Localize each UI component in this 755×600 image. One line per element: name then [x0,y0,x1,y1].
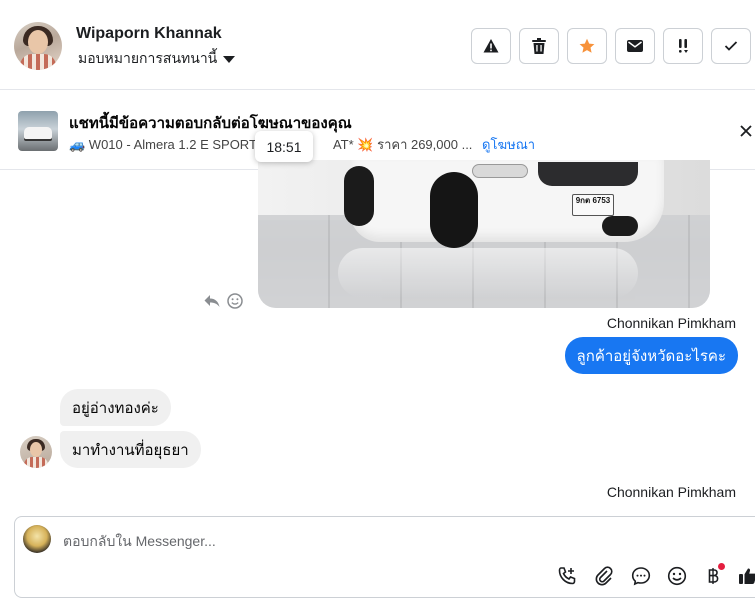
ad-subtitle-prefix: 🚙 W010 - Almera 1.2 E SPORTEC [69,137,275,152]
incoming-message[interactable]: อยู่อ่างทองค่ะ [60,389,171,426]
call-button[interactable] [556,565,578,587]
timestamp-tooltip: 18:51 [255,131,313,162]
sender-name: Chonnikan Pimkham [606,484,736,500]
check-icon [724,41,738,51]
page-avatar [23,525,51,553]
email-button[interactable] [615,28,655,64]
envelope-icon [627,40,643,52]
delete-button[interactable] [519,28,559,64]
reply-input[interactable] [63,531,663,551]
view-ad-link[interactable]: ดูโฆษณา [482,137,535,152]
caret-down-icon [223,55,236,63]
ad-reply-banner: แชทนี้มีข้อความตอบกลับต่อโฆษณาของคุณ 🚙 W… [0,91,755,170]
trash-icon [532,38,546,54]
follow-up-button[interactable] [663,28,703,64]
react-emoji-icon[interactable] [227,293,243,309]
thumbs-up-icon [739,568,755,584]
license-plate: 9กต 6753 [572,194,614,216]
phone-plus-icon [558,567,576,585]
ad-subtitle-middle: AT* 💥 ราคา 269,000 ... [332,137,473,152]
reply-icon[interactable] [204,294,220,308]
contact-avatar[interactable] [14,22,62,70]
message-composer [14,516,755,598]
emoji-button[interactable] [666,565,688,587]
contact-avatar-small[interactable] [20,436,52,468]
chat-bubble-icon [631,567,651,586]
car-photo-attachment[interactable]: 9กต 6753 [258,160,710,308]
star-icon [579,38,595,53]
notification-dot [718,563,725,570]
assign-conversation-dropdown[interactable]: มอบหมายการสนทนานี้ [78,48,236,70]
close-banner-button[interactable] [736,121,755,141]
warning-button[interactable] [471,28,511,64]
ad-thumbnail[interactable] [18,111,58,151]
close-icon [740,125,752,137]
warning-icon [483,39,499,53]
saved-reply-button[interactable] [630,565,652,587]
done-button[interactable] [711,28,751,64]
star-button[interactable] [567,28,607,64]
baht-icon [708,568,719,584]
contact-name[interactable]: Wipaporn Khannak [76,25,222,43]
incoming-message[interactable]: มาทำงานที่อยุธยา [60,431,201,468]
smiley-icon [667,566,687,586]
paperclip-icon [595,566,613,586]
like-button[interactable] [737,565,755,587]
assign-label: มอบหมายการสนทนานี้ [78,50,218,66]
attach-file-button[interactable] [593,565,615,587]
license-plate-text: 9กต 6753 [575,196,611,205]
sender-name: Chonnikan Pimkham [606,315,736,331]
payment-button[interactable] [702,563,725,587]
conversation-header: Wipaporn Khannak มอบหมายการสนทนานี้ [0,0,755,90]
exclamation-icon [679,39,688,53]
outgoing-message[interactable]: ลูกค้าอยู่จังหวัดอะไรคะ [564,337,738,374]
